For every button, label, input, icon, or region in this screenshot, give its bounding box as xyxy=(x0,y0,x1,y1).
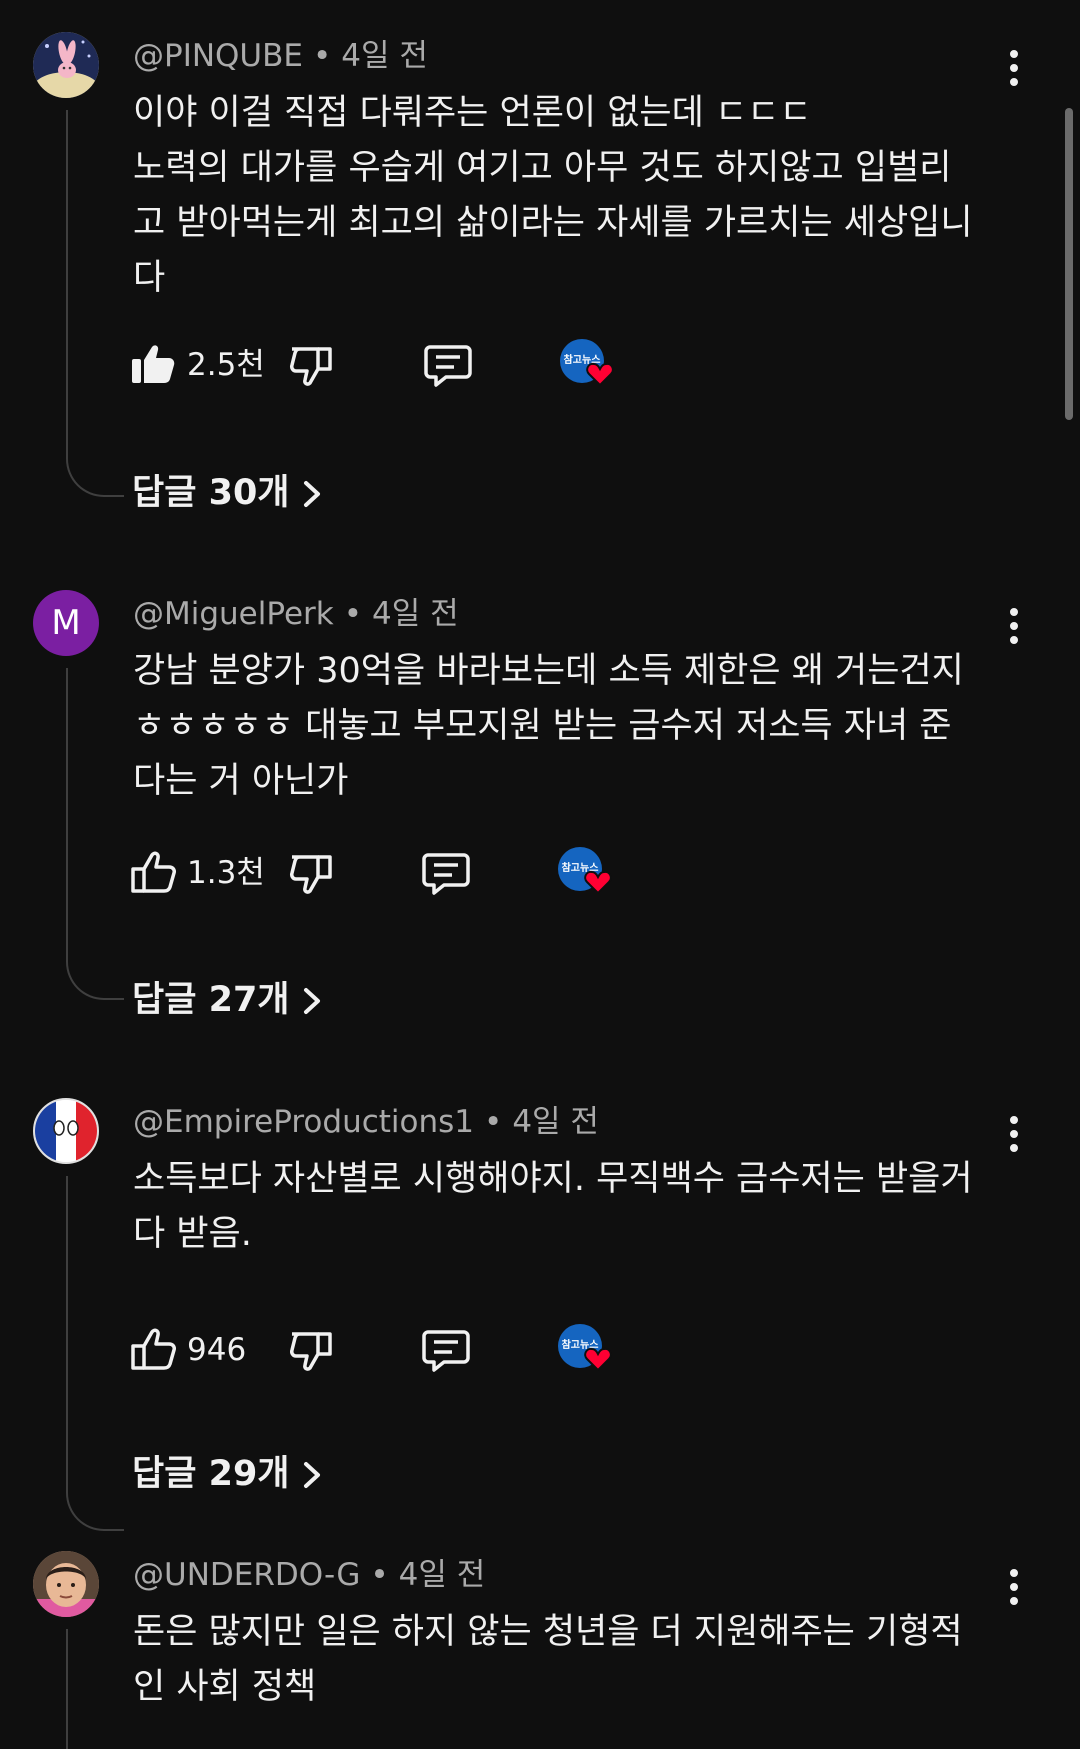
thumbs-down-icon[interactable] xyxy=(288,849,334,895)
thumbs-up-filled-icon[interactable] xyxy=(130,341,176,387)
heart-icon xyxy=(586,362,614,387)
chevron-right-icon xyxy=(303,988,320,1014)
france-ball-avatar-icon xyxy=(35,1100,97,1162)
author-avatar[interactable] xyxy=(33,1098,99,1164)
comment-time: 4일 전 xyxy=(512,1104,599,1140)
separator-dot: • xyxy=(484,1104,503,1140)
person-photo-avatar-icon xyxy=(33,1551,99,1617)
comment-text-line: 다 받음. xyxy=(133,1214,252,1254)
scrollbar[interactable] xyxy=(1065,108,1073,420)
more-options-icon[interactable] xyxy=(1000,1565,1028,1609)
author-name[interactable]: @UNDERDO-G xyxy=(133,1557,360,1593)
rabbit-avatar-icon xyxy=(33,32,99,98)
comment-actions: 1.3천 참고뉴스 xyxy=(130,845,690,899)
separator-dot: • xyxy=(370,1557,389,1593)
more-options-icon[interactable] xyxy=(1000,46,1028,90)
avatar-letter: M xyxy=(51,603,81,643)
author-avatar[interactable] xyxy=(33,32,99,98)
replies-label: 답글 27개 xyxy=(132,980,290,1020)
heart-icon xyxy=(584,870,612,895)
comment-header: @MiguelPerk • 4일 전 xyxy=(133,594,459,634)
replies-label: 답글 30개 xyxy=(132,473,290,513)
like-count: 946 xyxy=(187,1332,247,1368)
comment-actions: 946 참고뉴스 xyxy=(130,1322,690,1376)
separator-dot: • xyxy=(312,38,332,74)
comment-text: 소득보다 자산별로 시행해야지. 무직백수 금수저는 받을거 다 받음. xyxy=(133,1152,1003,1262)
comment-text-line: 다는 거 아닌가 xyxy=(133,761,349,801)
thread-line xyxy=(66,1176,124,1531)
like-count: 1.3천 xyxy=(187,855,265,891)
comment-text-line: 이야 이걸 직접 다뤄주는 언론이 없는데 ㄷㄷㄷ xyxy=(133,93,812,133)
comment-text: 강남 분양가 30억을 바라보는데 소득 제한은 왜 거는건지 ㅎㅎㅎㅎㅎ 대놓… xyxy=(133,644,1003,809)
chevron-right-icon xyxy=(303,1462,320,1488)
author-name[interactable]: @PINQUBE xyxy=(133,38,303,74)
thread-line xyxy=(66,668,124,1000)
comment-header: @UNDERDO-G • 4일 전 xyxy=(133,1555,485,1595)
creator-heart-badge: 참고뉴스 xyxy=(560,339,616,391)
thumbs-up-icon[interactable] xyxy=(130,849,176,895)
chevron-right-icon xyxy=(303,481,320,507)
view-replies-button[interactable]: 답글 30개 xyxy=(132,471,324,515)
view-replies-button[interactable]: 답글 27개 xyxy=(132,978,324,1022)
author-name[interactable]: @MiguelPerk xyxy=(133,596,334,632)
comment-time: 4일 전 xyxy=(398,1557,486,1593)
view-replies-button[interactable]: 답글 29개 xyxy=(132,1452,324,1496)
more-options-icon[interactable] xyxy=(1000,604,1028,648)
comment-header: @PINQUBE • 4일 전 xyxy=(133,36,428,76)
comment-actions: 2.5천 참고뉴스 xyxy=(130,337,690,391)
comment-text-line: ㅎㅎㅎㅎㅎ 대놓고 부모지원 받는 금수저 저소득 자녀 준 xyxy=(133,706,952,746)
author-avatar[interactable]: M xyxy=(33,590,99,656)
thumbs-up-icon[interactable] xyxy=(130,1326,176,1372)
comment-text-line: 고 받아먹는게 최고의 삶이라는 자세를 가르치는 세상입니 xyxy=(133,203,973,243)
creator-heart-badge: 참고뉴스 xyxy=(558,847,614,899)
more-options-icon[interactable] xyxy=(1000,1112,1028,1156)
comment-text-line: 돈은 많지만 일은 하지 않는 청년을 더 지원해주는 기형적 xyxy=(133,1612,963,1652)
comment-time: 4일 전 xyxy=(341,38,428,74)
comment-text-line: 소득보다 자산별로 시행해야지. 무직백수 금수저는 받을거 xyxy=(133,1159,973,1199)
separator-dot: • xyxy=(343,596,363,632)
author-name[interactable]: @EmpireProductions1 xyxy=(133,1104,474,1140)
comment-text: 이야 이걸 직접 다뤄주는 언론이 없는데 ㄷㄷㄷ 노력의 대가를 우습게 여기… xyxy=(133,86,1003,306)
comment-header: @EmpireProductions1 • 4일 전 xyxy=(133,1102,599,1142)
replies-label: 답글 29개 xyxy=(132,1454,290,1494)
comment-text-line: 노력의 대가를 우습게 여기고 아무 것도 하지않고 입벌리 xyxy=(133,148,952,188)
comment-time: 4일 전 xyxy=(372,596,459,632)
like-count: 2.5천 xyxy=(187,347,265,383)
comment-text: 돈은 많지만 일은 하지 않는 청년을 더 지원해주는 기형적 인 사회 정책 xyxy=(133,1605,1003,1715)
reply-comment-icon[interactable] xyxy=(422,851,470,897)
thread-line xyxy=(66,110,124,497)
thumbs-down-icon[interactable] xyxy=(288,341,334,387)
author-avatar[interactable] xyxy=(33,1551,99,1617)
comment-text-line: 강남 분양가 30억을 바라보는데 소득 제한은 왜 거는건지 xyxy=(133,651,964,691)
creator-heart-badge: 참고뉴스 xyxy=(558,1324,614,1376)
thread-line xyxy=(66,1629,124,1749)
thumbs-down-icon[interactable] xyxy=(288,1326,334,1372)
reply-comment-icon[interactable] xyxy=(424,343,472,389)
reply-comment-icon[interactable] xyxy=(422,1328,470,1374)
heart-icon xyxy=(584,1347,612,1372)
comment-text-line: 인 사회 정책 xyxy=(133,1667,317,1707)
comment-text-line: 다 xyxy=(133,258,166,298)
